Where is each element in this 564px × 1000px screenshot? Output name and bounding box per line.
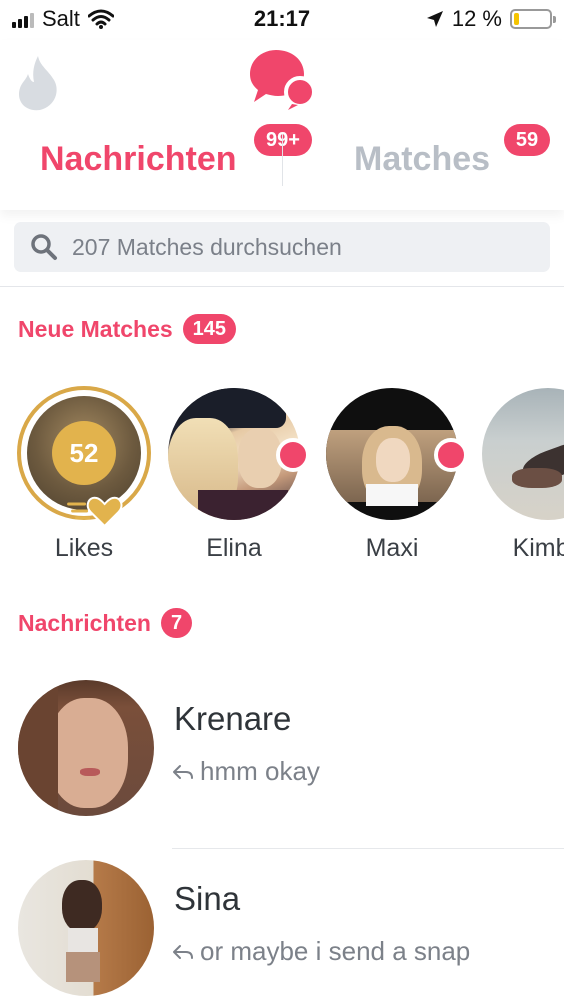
likes-count: 52 (52, 421, 116, 485)
avatar (18, 860, 154, 996)
tab-bar: Nachrichten 99+ Matches 59 (0, 124, 564, 200)
match-name: Maxi (365, 534, 419, 562)
flame-icon (18, 56, 57, 111)
match-item-kimbe[interactable]: Kimbe (478, 380, 564, 563)
avatar (326, 388, 468, 520)
online-indicator (434, 438, 468, 472)
match-item-maxi[interactable]: Maxi (322, 380, 468, 563)
new-matches-row[interactable]: 52 Likes Elina Maxi Kimb (0, 380, 564, 580)
location-arrow-icon (426, 11, 443, 27)
avatar (482, 388, 564, 520)
match-name: Likes (54, 534, 114, 562)
match-item-likes[interactable]: 52 Likes (14, 380, 154, 563)
reply-icon (173, 944, 193, 959)
likes-avatar: 52 (17, 386, 151, 528)
avatar (18, 680, 154, 816)
conversation-last-message: hmm okay (200, 756, 320, 786)
avatar (168, 388, 310, 520)
new-matches-header: Neue Matches 145 (18, 314, 237, 344)
conversation-preview: hmm okay (172, 756, 320, 787)
new-matches-count: 145 (182, 314, 237, 344)
conversation-divider (172, 848, 564, 849)
messages-title: Nachrichten (18, 609, 151, 636)
app-header: Nachrichten 99+ Matches 59 (0, 40, 564, 210)
online-indicator (276, 438, 310, 472)
unread-messages-badge: 99+ (254, 124, 312, 156)
conversation-krenare[interactable]: Krenare hmm okay (0, 680, 564, 830)
tab-divider (282, 134, 283, 186)
tab-nachrichten[interactable]: Nachrichten (40, 140, 237, 179)
conversation-name: Krenare (174, 700, 292, 737)
divider (0, 286, 564, 287)
search-input[interactable] (72, 233, 512, 261)
tab-matches[interactable]: Matches (354, 140, 490, 179)
tab-nachrichten-label: Nachrichten (40, 140, 237, 178)
search-icon (30, 233, 58, 261)
match-item-elina[interactable]: Elina (164, 380, 310, 563)
match-name: Kimbe (512, 534, 564, 562)
reply-icon (173, 764, 193, 779)
match-name: Elina (206, 534, 262, 562)
conversation-last-message: or maybe i send a snap (200, 936, 471, 966)
search-bar[interactable] (14, 222, 550, 272)
chat-bubbles-icon (248, 48, 318, 112)
flame-button[interactable] (16, 54, 60, 112)
status-right: 12 % (426, 6, 556, 32)
status-bar: Salt 21:17 12 % (0, 0, 564, 40)
tab-matches-label: Matches (354, 140, 491, 178)
messages-header: Nachrichten 7 (18, 608, 193, 638)
conversation-name: Sina (174, 880, 241, 917)
battery-icon (510, 9, 556, 29)
gold-heart-icon (67, 496, 123, 528)
conversation-preview: or maybe i send a snap (172, 936, 470, 967)
conversation-sina[interactable]: Sina or maybe i send a snap (0, 860, 564, 1000)
matches-badge: 59 (504, 124, 550, 156)
messages-count: 7 (160, 608, 193, 638)
new-matches-title: Neue Matches (18, 315, 173, 342)
battery-percent: 12 % (451, 6, 502, 31)
